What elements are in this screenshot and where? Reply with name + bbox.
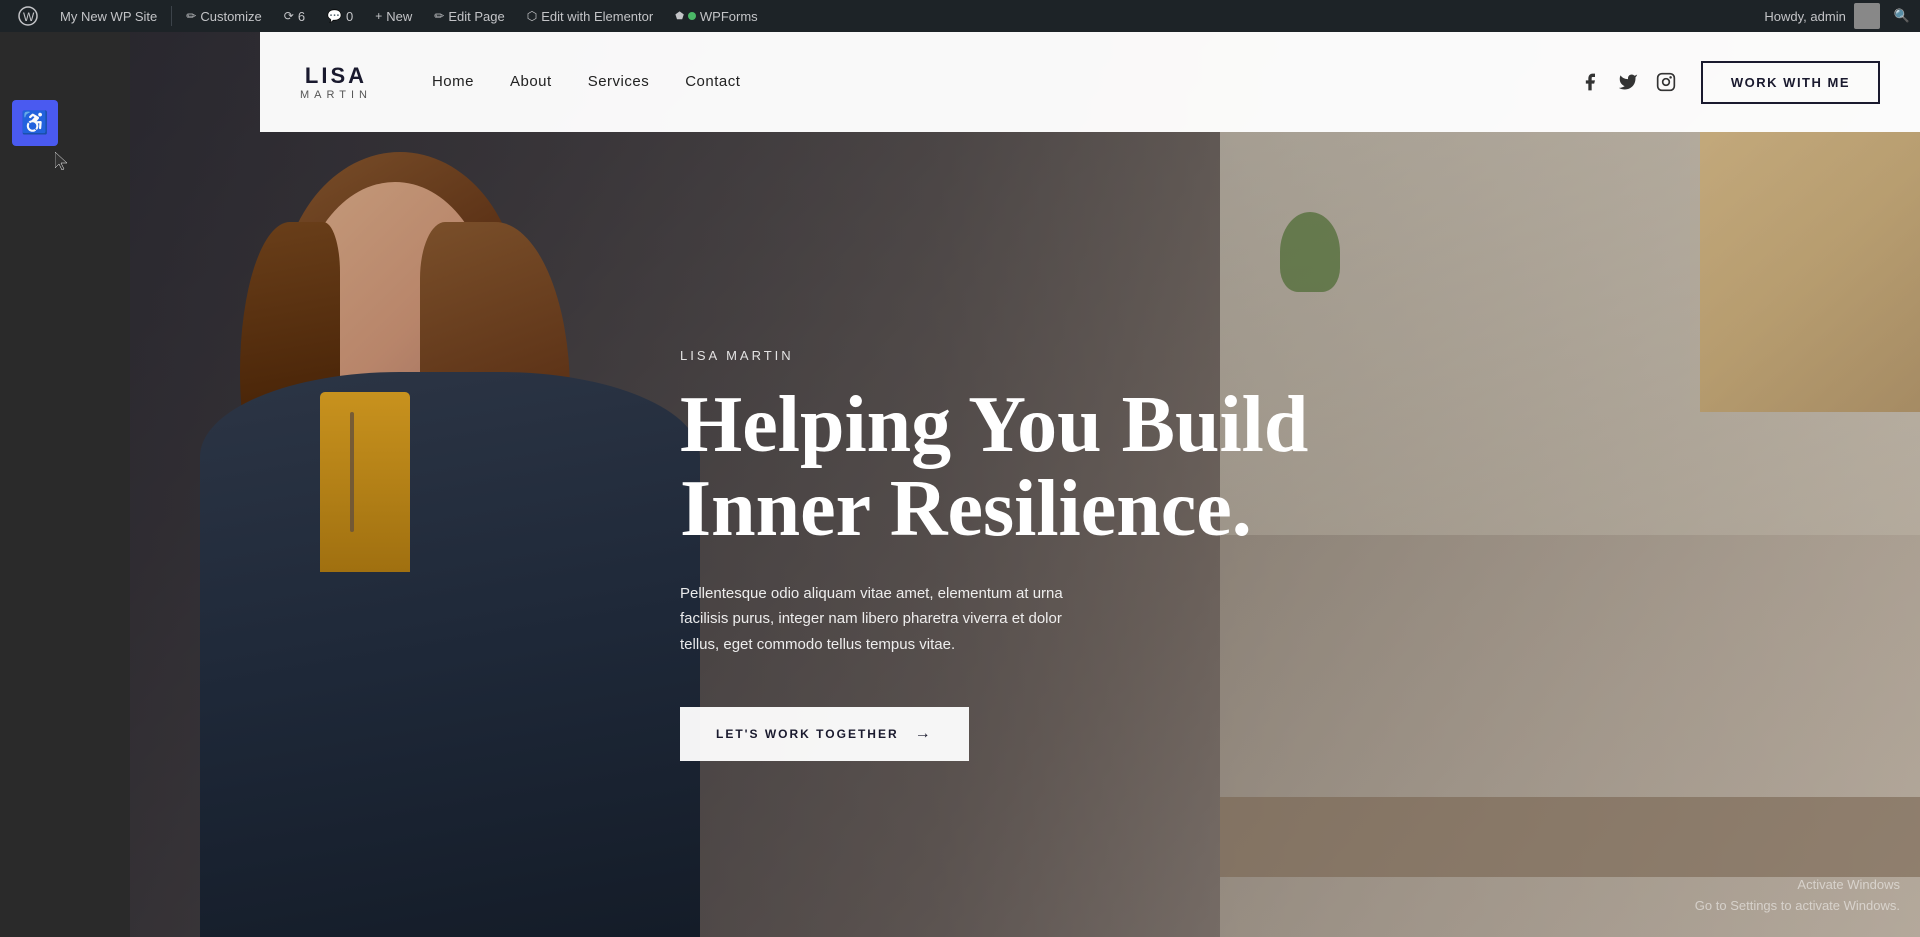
watermark-line2: Go to Settings to activate Windows. xyxy=(1695,896,1900,917)
nav-item-home[interactable]: Home xyxy=(432,73,474,91)
admin-bar-edit-page[interactable]: ✏ Edit Page xyxy=(426,0,512,32)
instagram-icon[interactable] xyxy=(1655,71,1677,93)
wpforms-icon: ⬟ xyxy=(675,11,684,22)
admin-bar-divider-1 xyxy=(171,6,172,26)
site-logo: LISA MARTIN xyxy=(300,63,372,101)
nav-link-about[interactable]: About xyxy=(510,73,552,90)
cursor xyxy=(55,152,67,168)
watermark-line1: Activate Windows xyxy=(1695,875,1900,896)
admin-bar-elementor[interactable]: ⬡ Edit with Elementor xyxy=(519,0,661,32)
hero-person xyxy=(180,132,720,937)
person-shirt xyxy=(320,392,410,572)
comments-icon: 💬 xyxy=(327,9,342,23)
social-icons xyxy=(1579,71,1677,93)
customize-icon: ✏ xyxy=(186,9,196,23)
nav-item-about[interactable]: About xyxy=(510,73,552,91)
nav-link-services[interactable]: Services xyxy=(588,73,650,90)
hero-section: LISA MARTIN Home About Services Contact xyxy=(130,32,1920,937)
admin-bar: W My New WP Site ✏ Customize ⟳ 6 💬 0 + N… xyxy=(0,0,1920,32)
revisions-icon: ⟳ xyxy=(284,9,294,23)
person-necklace xyxy=(350,412,354,532)
nav-right: WORK WITH ME xyxy=(1579,61,1880,104)
hero-eyebrow: LISA MARTIN xyxy=(680,348,1820,363)
nav-link-home[interactable]: Home xyxy=(432,73,474,90)
main-nav: Home About Services Contact xyxy=(432,73,740,91)
accessibility-icon: ♿ xyxy=(21,110,48,136)
hero-headline-line2: Inner Resilience. xyxy=(680,465,1252,553)
svg-text:W: W xyxy=(23,10,35,24)
admin-bar-site-name[interactable]: My New WP Site xyxy=(52,0,165,32)
search-icon[interactable]: 🔍 xyxy=(1894,8,1910,24)
admin-bar-new[interactable]: + New xyxy=(367,0,420,32)
work-with-me-button[interactable]: WORK WITH ME xyxy=(1701,61,1880,104)
navbar: LISA MARTIN Home About Services Contact xyxy=(260,32,1920,132)
hero-headline: Helping You Build Inner Resilience. xyxy=(680,383,1820,551)
hero-content: LISA MARTIN Helping You Build Inner Resi… xyxy=(680,132,1820,937)
admin-bar-customize[interactable]: ✏ Customize xyxy=(178,0,269,32)
person-jacket xyxy=(200,372,700,937)
wpforms-status-dot xyxy=(688,12,696,20)
cta-arrow: → xyxy=(915,725,933,743)
cta-button[interactable]: LET'S WORK TOGETHER → xyxy=(680,707,969,761)
hero-subtext: Pellentesque odio aliquam vitae amet, el… xyxy=(680,581,1080,658)
new-icon: + xyxy=(375,9,382,23)
nav-item-services[interactable]: Services xyxy=(588,73,650,91)
accessibility-button[interactable]: ♿ xyxy=(12,100,58,146)
nav-item-contact[interactable]: Contact xyxy=(685,73,740,91)
cta-label: LET'S WORK TOGETHER xyxy=(716,727,899,741)
hero-headline-line1: Helping You Build xyxy=(680,381,1308,469)
edit-page-icon: ✏ xyxy=(434,9,444,23)
windows-watermark: Activate Windows Go to Settings to activ… xyxy=(1695,875,1900,917)
admin-bar-right: Howdy, admin 🔍 xyxy=(1764,3,1910,29)
nav-link-contact[interactable]: Contact xyxy=(685,73,740,90)
site-wrapper: ♿ xyxy=(0,32,1920,937)
admin-bar-wp-logo[interactable]: W xyxy=(10,0,46,32)
twitter-icon[interactable] xyxy=(1617,71,1639,93)
elementor-icon: ⬡ xyxy=(527,9,537,23)
admin-bar-comments[interactable]: 💬 0 xyxy=(319,0,361,32)
facebook-icon[interactable] xyxy=(1579,71,1601,93)
admin-bar-wpforms[interactable]: ⬟ WPForms xyxy=(667,0,765,32)
admin-bar-revisions[interactable]: ⟳ 6 xyxy=(276,0,313,32)
admin-avatar xyxy=(1854,3,1880,29)
